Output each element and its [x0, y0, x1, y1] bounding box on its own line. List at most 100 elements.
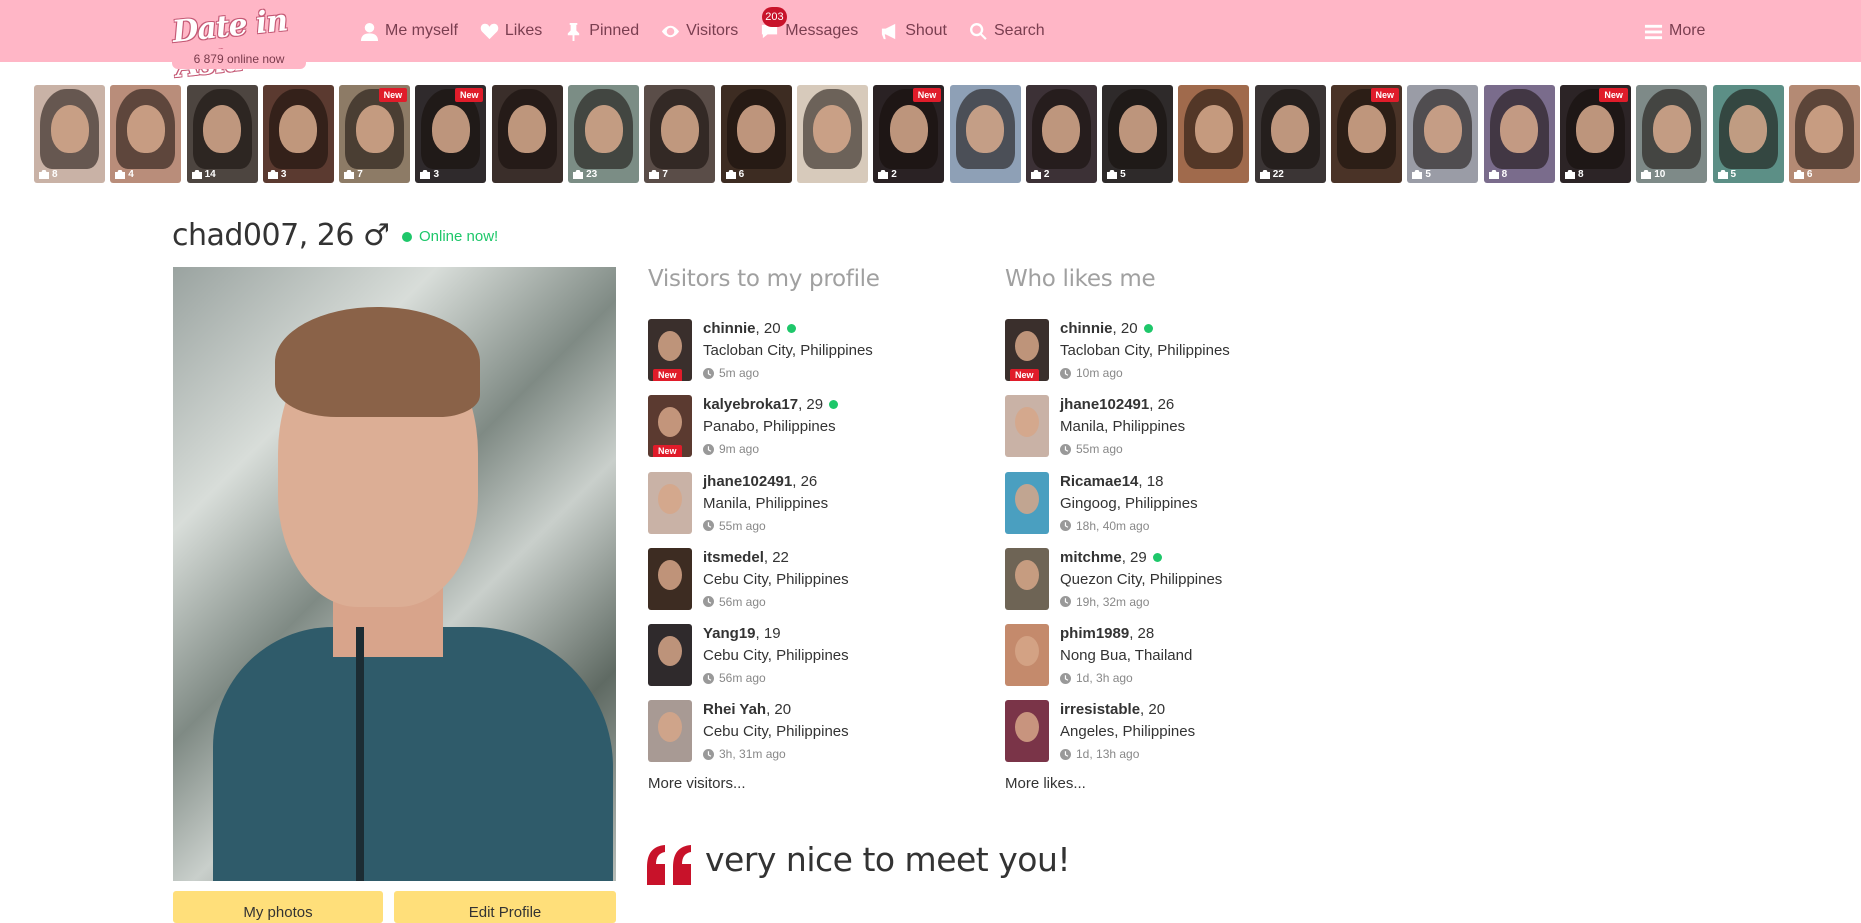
photo-count-value: 5 [1425, 169, 1431, 180]
strip-member-thumb[interactable]: 5 [1407, 85, 1479, 183]
nav-label: Visitors [686, 22, 739, 39]
strip-member-thumb[interactable]: 5 [1712, 85, 1784, 183]
thumb-face-shape [203, 105, 242, 153]
person-avatar[interactable] [648, 471, 692, 534]
person-avatar[interactable]: New [1005, 319, 1049, 381]
strip-member-thumb[interactable] [491, 85, 563, 183]
person-location: Cebu City, Philippines [703, 647, 849, 665]
person-avatar[interactable] [1005, 395, 1049, 458]
camera-icon [1412, 170, 1423, 179]
nav-me-myself[interactable]: Me myself [360, 0, 458, 62]
person-name-link[interactable]: Ricamae14 [1060, 471, 1138, 492]
strip-member-thumb[interactable]: 8 [1483, 85, 1555, 183]
person-entry: itsmedel, 22 Cebu City, Philippines 56m ag… [648, 547, 978, 623]
more-visitors-link[interactable]: More visitors... [648, 775, 746, 792]
person-name-line: phim1989, 28 [1060, 623, 1192, 644]
person-avatar[interactable] [648, 547, 692, 610]
person-info: itsmedel, 22 Cebu City, Philippines 56m ag… [703, 547, 849, 613]
strip-member-thumb[interactable]: 10 [1636, 85, 1708, 183]
strip-member-thumb[interactable]: New 8 [1559, 85, 1631, 183]
person-name-link[interactable]: irresistable [1060, 699, 1140, 720]
strip-member-thumb[interactable]: 6 [720, 85, 792, 183]
photo-count-value: 5 [1730, 169, 1737, 180]
clock-icon [703, 748, 714, 760]
edit-profile-button[interactable]: Edit Profile [394, 891, 616, 923]
person-avatar[interactable] [648, 624, 692, 687]
person-name-link[interactable]: chinnie [1060, 318, 1113, 339]
thumb-face-shape [660, 105, 699, 153]
person-name-line: jhane102491, 26 [1060, 394, 1185, 415]
person-entry: jhane102491, 26 Manila, Philippines 55m ag… [1005, 394, 1335, 470]
person-name-link[interactable]: chinnie [703, 318, 756, 339]
strip-member-thumb[interactable]: 5 [1102, 85, 1174, 183]
strip-member-thumb[interactable]: 3 [262, 85, 334, 183]
quote-mark-icon [647, 845, 691, 885]
thumb-face-shape [584, 105, 623, 153]
strip-member-thumb[interactable]: 7 [644, 85, 716, 183]
more-menu-button[interactable]: More [1644, 0, 1705, 62]
avatar-face-shape [658, 712, 682, 743]
nav-shout[interactable]: Shout [880, 0, 947, 62]
visitors-list: New chinnie, 20 Tacloban City, Philippines… [648, 318, 978, 776]
strip-member-thumb[interactable]: 4 [110, 85, 182, 183]
person-avatar[interactable] [1005, 547, 1049, 610]
strip-member-thumb[interactable]: New 3 [415, 85, 487, 183]
person-name-line: chinnie, 20 [703, 318, 873, 339]
my-photos-button[interactable]: My photos [173, 891, 383, 923]
strip-member-thumb[interactable]: New 7 [339, 85, 411, 183]
person-time-ago: 1d, 3h ago [1060, 667, 1192, 689]
photo-count: 2 [1030, 169, 1049, 180]
person-entry: New kalyebroka17, 29 Panabo, Philippines 9m… [648, 394, 978, 470]
time-ago-text: 1d, 13h ago [1076, 747, 1140, 762]
camera-icon [725, 170, 736, 179]
person-name-link[interactable]: mitchme [1060, 547, 1122, 568]
thumb-face-shape [508, 105, 547, 153]
person-name-line: chinnie, 20 [1060, 318, 1230, 339]
nav-likes[interactable]: Likes [480, 0, 542, 62]
person-location: Tacloban City, Philippines [1060, 342, 1230, 359]
person-avatar[interactable]: New [648, 395, 692, 458]
clock-icon [1060, 596, 1071, 608]
person-avatar[interactable]: New [648, 319, 692, 381]
person-avatar[interactable] [648, 700, 692, 763]
person-name-link[interactable]: phim1989 [1060, 623, 1129, 644]
photo-count: 3 [420, 169, 439, 180]
person-name-link[interactable]: itsmedel [703, 547, 764, 568]
photo-count-value: 22 [1272, 169, 1284, 180]
nav-visitors[interactable]: Visitors [661, 0, 738, 62]
strip-member-thumb[interactable]: 2 [1025, 85, 1097, 183]
strip-member-thumb[interactable]: 8 [34, 85, 105, 183]
eye-icon [662, 25, 680, 37]
more-likes-link[interactable]: More likes... [1005, 775, 1086, 792]
person-avatar[interactable] [1005, 624, 1049, 687]
person-name-link[interactable]: jhane102491 [703, 471, 792, 492]
photo-count: 6 [1793, 169, 1812, 180]
person-name-link[interactable]: Rhei Yah [703, 699, 766, 720]
photo-count-value: 23 [586, 169, 598, 180]
user-icon [360, 22, 379, 41]
strip-member-thumb[interactable]: 23 [568, 85, 640, 183]
strip-member-thumb[interactable] [949, 85, 1021, 183]
person-entry: Rhei Yah, 20 Cebu City, Philippines 3h, 31… [648, 699, 978, 775]
nav-messages[interactable]: Messages 203 [760, 0, 858, 62]
strip-member-thumb[interactable]: 22 [1254, 85, 1326, 183]
strip-member-thumb[interactable]: New 2 [873, 85, 945, 183]
person-name-link[interactable]: Yang19 [703, 623, 756, 644]
strip-member-thumb[interactable]: 6 [1788, 85, 1860, 183]
person-time-ago: 9m ago [703, 438, 838, 460]
profile-photo[interactable] [173, 267, 616, 881]
person-avatar[interactable] [1005, 700, 1049, 763]
nav-search[interactable]: Search [969, 0, 1045, 62]
person-time-ago: 5m ago [703, 362, 873, 384]
person-avatar[interactable] [1005, 471, 1049, 534]
person-name-link[interactable]: jhane102491 [1060, 394, 1149, 415]
strip-member-thumb[interactable]: 14 [186, 85, 258, 183]
strip-member-thumb[interactable] [1178, 85, 1250, 183]
strip-member-thumb[interactable] [796, 85, 868, 183]
new-badge: New [653, 369, 682, 381]
person-time-ago: 3h, 31m ago [703, 743, 849, 765]
strip-member-thumb[interactable]: New [1331, 85, 1403, 183]
person-name-link[interactable]: kalyebroka17 [703, 394, 798, 415]
nav-pinned[interactable]: Pinned [564, 0, 639, 62]
person-age: , 26 [792, 472, 818, 490]
